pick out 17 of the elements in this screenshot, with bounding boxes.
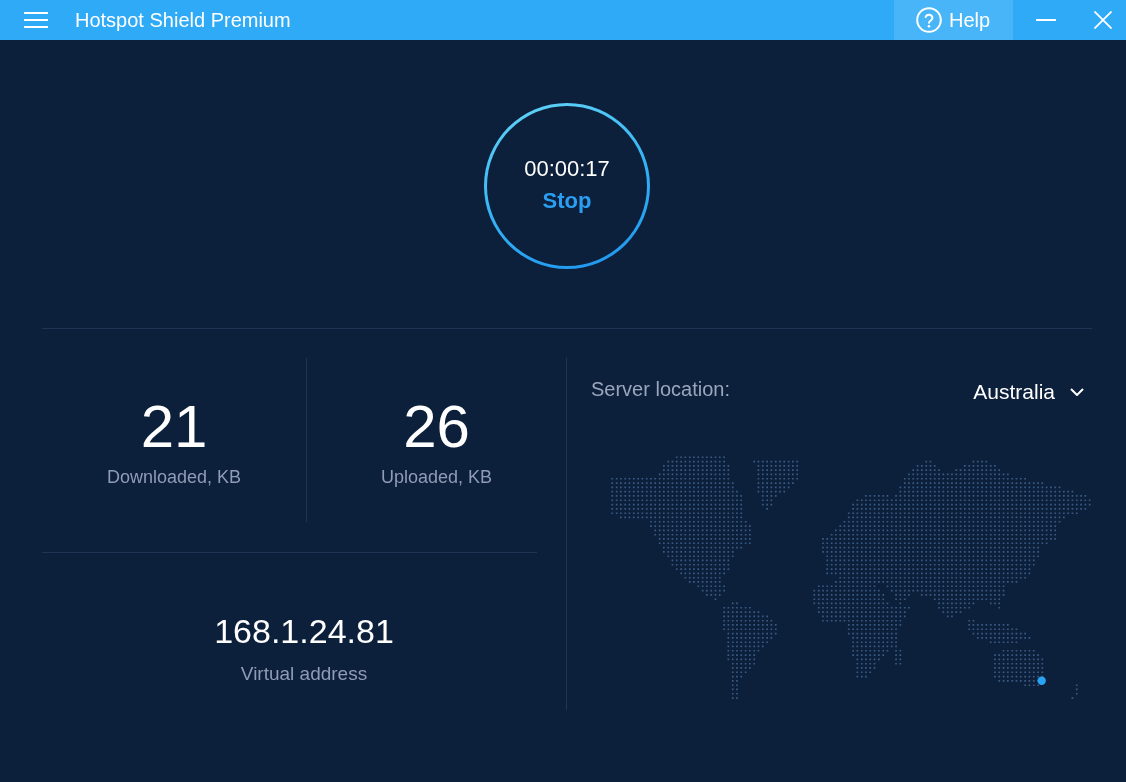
help-icon (916, 7, 942, 33)
virtual-address-label: Virtual address (240, 663, 368, 685)
stat-value: 21 (140, 397, 208, 457)
stop-button[interactable]: Stop (542, 188, 592, 214)
menu-icon (24, 12, 48, 28)
window-title: Hotspot Shield Premium (75, 8, 291, 32)
chevron-down-icon (1070, 388, 1084, 396)
minimize-icon (1036, 19, 1056, 21)
timer-text: 00:00:17 (524, 156, 610, 182)
stat-value: 26 (403, 397, 470, 457)
location-dropdown[interactable]: Australia (973, 379, 1084, 405)
stat-label: Uploaded, KB (380, 466, 493, 488)
server-location-label: Server location: (591, 377, 730, 401)
virtual-address-value: 168.1.24.81 (214, 611, 394, 651)
location-dot-icon (1037, 676, 1046, 685)
stat-label: Downloaded, KB (106, 466, 242, 488)
close-icon (1093, 11, 1112, 29)
